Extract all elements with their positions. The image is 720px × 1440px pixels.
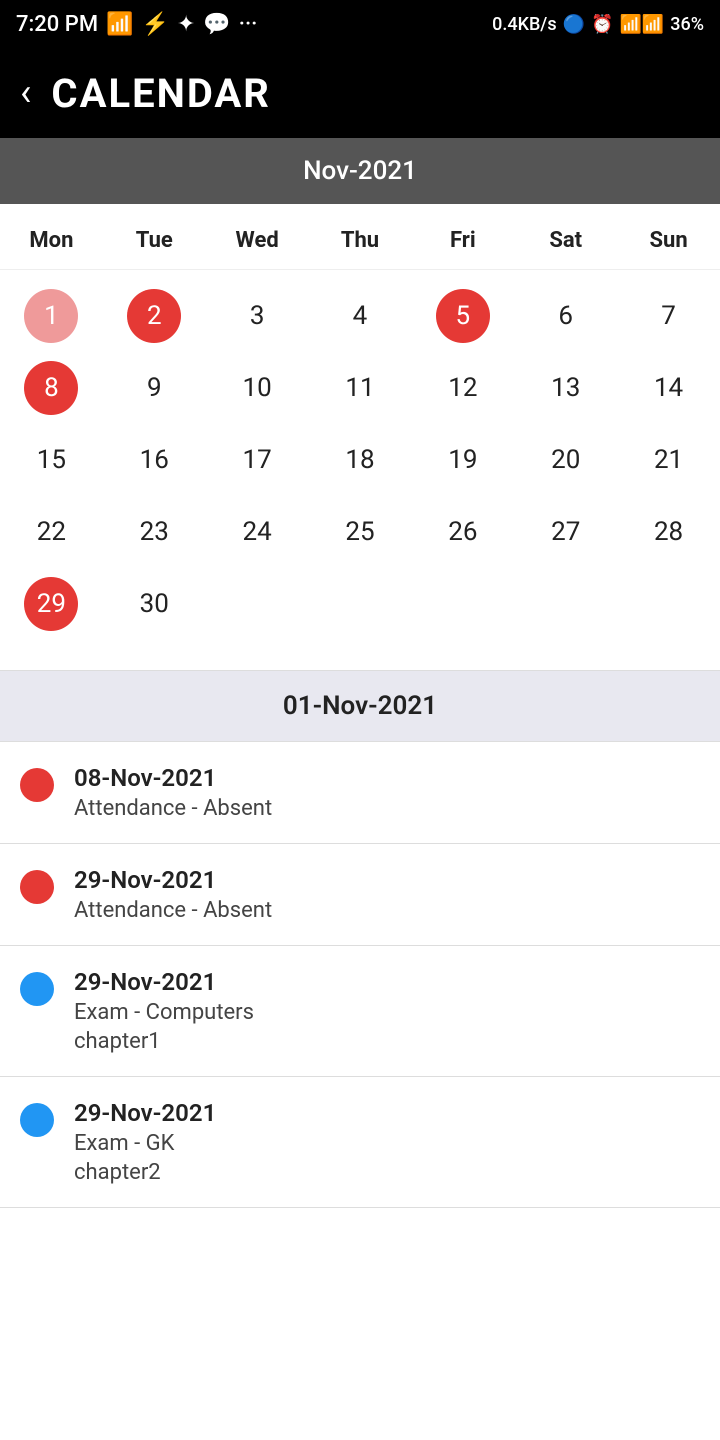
calendar-day-6[interactable]: 6 bbox=[514, 280, 617, 352]
calendar-day-8[interactable]: 8 bbox=[0, 352, 103, 424]
status-apps-icon: ✦ bbox=[177, 12, 195, 37]
calendar: Mon Tue Wed Thu Fri Sat Sun 1 2 3 4 5 6 … bbox=[0, 204, 720, 650]
calendar-day-28[interactable]: 28 bbox=[617, 496, 720, 568]
event-dot-2 bbox=[20, 972, 54, 1006]
event-sub-2: chapter1 bbox=[74, 1029, 254, 1054]
event-item-2[interactable]: 29-Nov-2021 Exam - Computers chapter1 bbox=[0, 946, 720, 1077]
calendar-day-15[interactable]: 15 bbox=[0, 424, 103, 496]
event-item-0[interactable]: 08-Nov-2021 Attendance - Absent bbox=[0, 742, 720, 844]
event-dot-3 bbox=[20, 1103, 54, 1137]
status-chat-icon: 💬 bbox=[203, 12, 230, 37]
calendar-day-24[interactable]: 24 bbox=[206, 496, 309, 568]
calendar-day-14[interactable]: 14 bbox=[617, 352, 720, 424]
calendar-day-empty-3 bbox=[411, 568, 514, 640]
calendar-day-5[interactable]: 5 bbox=[411, 280, 514, 352]
calendar-day-11[interactable]: 11 bbox=[309, 352, 412, 424]
day-header-fri: Fri bbox=[411, 220, 514, 261]
event-date-3: 29-Nov-2021 bbox=[74, 1099, 216, 1127]
day-header-tue: Tue bbox=[103, 220, 206, 261]
calendar-day-16[interactable]: 16 bbox=[103, 424, 206, 496]
calendar-day-12[interactable]: 12 bbox=[411, 352, 514, 424]
month-header: Nov-2021 bbox=[0, 138, 720, 204]
calendar-day-29[interactable]: 29 bbox=[0, 568, 103, 640]
calendar-grid: 1 2 3 4 5 6 7 8 9 10 11 12 13 14 15 16 1… bbox=[0, 270, 720, 650]
event-content-3: 29-Nov-2021 Exam - GK chapter2 bbox=[74, 1099, 216, 1185]
status-time: 7:20 PM bbox=[16, 12, 98, 37]
calendar-day-22[interactable]: 22 bbox=[0, 496, 103, 568]
calendar-day-20[interactable]: 20 bbox=[514, 424, 617, 496]
event-dot-0 bbox=[20, 768, 54, 802]
event-date-2: 29-Nov-2021 bbox=[74, 968, 254, 996]
calendar-day-empty-1 bbox=[206, 568, 309, 640]
day-header-sat: Sat bbox=[514, 220, 617, 261]
calendar-day-7[interactable]: 7 bbox=[617, 280, 720, 352]
calendar-day-10[interactable]: 10 bbox=[206, 352, 309, 424]
event-title-3: Exam - GK bbox=[74, 1131, 216, 1156]
event-item-3[interactable]: 29-Nov-2021 Exam - GK chapter2 bbox=[0, 1077, 720, 1208]
day-header-thu: Thu bbox=[309, 220, 412, 261]
calendar-day-30[interactable]: 30 bbox=[103, 568, 206, 640]
event-content-0: 08-Nov-2021 Attendance - Absent bbox=[74, 764, 272, 821]
event-title-1: Attendance - Absent bbox=[74, 898, 272, 923]
status-battery: 36% bbox=[670, 14, 704, 35]
calendar-day-1[interactable]: 1 bbox=[0, 280, 103, 352]
calendar-day-17[interactable]: 17 bbox=[206, 424, 309, 496]
page-title: CALENDAR bbox=[51, 70, 271, 117]
month-label: Nov-2021 bbox=[303, 156, 417, 186]
calendar-day-4[interactable]: 4 bbox=[309, 280, 412, 352]
app-header: ‹ CALENDAR bbox=[0, 48, 720, 138]
calendar-day-23[interactable]: 23 bbox=[103, 496, 206, 568]
calendar-day-empty-5 bbox=[617, 568, 720, 640]
section-divider bbox=[0, 650, 720, 670]
event-date-1: 29-Nov-2021 bbox=[74, 866, 272, 894]
calendar-day-27[interactable]: 27 bbox=[514, 496, 617, 568]
status-network: 0.4KB/s bbox=[492, 14, 557, 35]
calendar-day-19[interactable]: 19 bbox=[411, 424, 514, 496]
day-header-sun: Sun bbox=[617, 220, 720, 261]
calendar-day-21[interactable]: 21 bbox=[617, 424, 720, 496]
calendar-day-empty-2 bbox=[309, 568, 412, 640]
day-header-wed: Wed bbox=[206, 220, 309, 261]
status-bar: 7:20 PM 📶 ⚡ ✦ 💬 ··· 0.4KB/s 🔵 ⏰ 📶📶 36% bbox=[0, 0, 720, 48]
event-content-1: 29-Nov-2021 Attendance - Absent bbox=[74, 866, 272, 923]
event-title-2: Exam - Computers bbox=[74, 1000, 254, 1025]
events-header: 01-Nov-2021 bbox=[0, 670, 720, 742]
day-header-mon: Mon bbox=[0, 220, 103, 261]
status-dot-icon: ⚡ bbox=[141, 12, 168, 37]
calendar-day-13[interactable]: 13 bbox=[514, 352, 617, 424]
status-dots: ··· bbox=[239, 12, 258, 37]
status-alarm-icon: ⏰ bbox=[591, 14, 613, 35]
event-date-0: 08-Nov-2021 bbox=[74, 764, 272, 792]
event-dot-1 bbox=[20, 870, 54, 904]
calendar-day-3[interactable]: 3 bbox=[206, 280, 309, 352]
calendar-day-9[interactable]: 9 bbox=[103, 352, 206, 424]
calendar-day-26[interactable]: 26 bbox=[411, 496, 514, 568]
calendar-day-18[interactable]: 18 bbox=[309, 424, 412, 496]
back-button[interactable]: ‹ bbox=[20, 74, 31, 112]
calendar-day-25[interactable]: 25 bbox=[309, 496, 412, 568]
event-item-1[interactable]: 29-Nov-2021 Attendance - Absent bbox=[0, 844, 720, 946]
events-list: 08-Nov-2021 Attendance - Absent 29-Nov-2… bbox=[0, 742, 720, 1208]
status-bluetooth-icon: 🔵 bbox=[563, 14, 585, 35]
event-title-0: Attendance - Absent bbox=[74, 796, 272, 821]
calendar-day-empty-4 bbox=[514, 568, 617, 640]
day-headers: Mon Tue Wed Thu Fri Sat Sun bbox=[0, 204, 720, 270]
status-carrier-icon: 📶 bbox=[106, 12, 133, 37]
status-signal-icons: 📶📶 bbox=[619, 14, 664, 35]
event-content-2: 29-Nov-2021 Exam - Computers chapter1 bbox=[74, 968, 254, 1054]
events-date-label: 01-Nov-2021 bbox=[283, 691, 437, 721]
event-sub-3: chapter2 bbox=[74, 1160, 216, 1185]
calendar-day-2[interactable]: 2 bbox=[103, 280, 206, 352]
